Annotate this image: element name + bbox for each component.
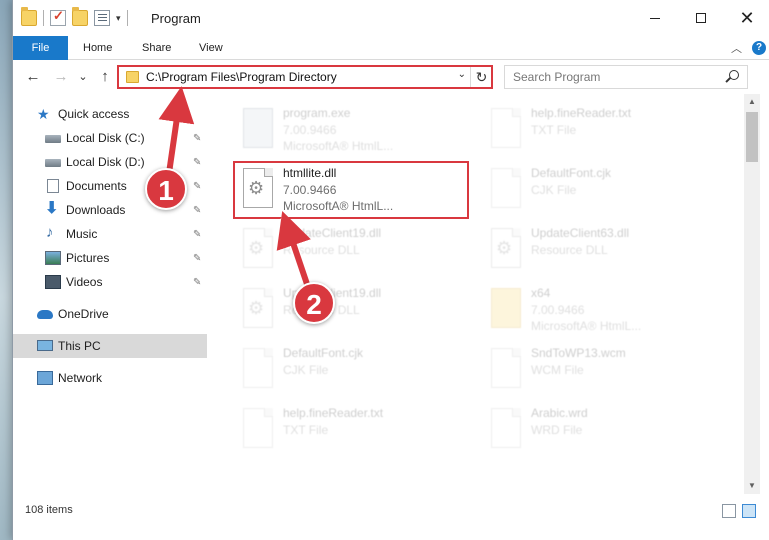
step-2-badge: 2 [293,282,335,324]
step-1-badge: 1 [145,168,187,210]
explorer-window: ▾ Program ✕ File Home Share View ︿ ? ← →… [12,0,769,540]
arrow-to-dll-file [276,210,312,291]
callout-arrows [158,86,314,295]
